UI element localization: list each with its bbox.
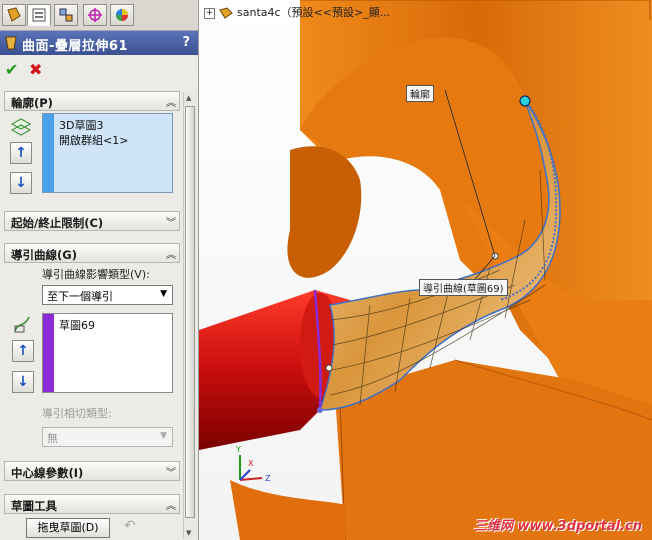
crosshair-icon <box>88 8 102 22</box>
collapse-chevron-icon: ︽ <box>166 250 176 261</box>
move-down-button[interactable]: ↓ <box>10 172 32 194</box>
tab-configuration-manager[interactable] <box>54 4 78 26</box>
tangency-type-label: 導引相切類型: <box>42 407 112 420</box>
scroll-up-icon[interactable]: ▲ <box>186 94 191 102</box>
profile-color-stripe <box>43 114 54 192</box>
property-manager-title: 曲面-疊層拉伸61 <box>22 39 128 54</box>
start-end-group-title: 起始/終止限制(C) <box>11 216 104 230</box>
guide-curves-list[interactable]: 草圖69 <box>42 313 173 393</box>
profile-connector-handle[interactable] <box>519 95 531 107</box>
property-manager-icon <box>32 8 46 22</box>
cancel-button[interactable]: ✖ <box>29 60 42 79</box>
centerline-group-header[interactable]: 中心線參數(I) ︾ <box>4 461 180 481</box>
guide-curves-group-header[interactable]: 導引曲線(G) ︽ <box>4 243 180 263</box>
graphics-area[interactable]: Y Z X <box>199 0 652 540</box>
scrollbar-thumb[interactable] <box>185 106 195 518</box>
manager-tabs <box>0 0 198 31</box>
guide-color-stripe <box>43 314 54 392</box>
move-up-button[interactable]: ↑ <box>10 142 32 164</box>
profile-icon <box>10 118 32 136</box>
start-end-group-header[interactable]: 起始/終止限制(C) ︾ <box>4 211 180 231</box>
influence-type-select[interactable]: 至下一個導引 ▼ <box>42 285 173 305</box>
profiles-group-header[interactable]: 輪廓(P) ︽ <box>4 91 180 111</box>
influence-type-value: 至下一個導引 <box>47 290 113 303</box>
feature-tree-icon <box>7 7 21 22</box>
dropdown-arrow-icon: ▼ <box>160 289 167 299</box>
feature-tree-flyout[interactable]: + santa4c（預設<<預設>_顯... <box>204 4 390 20</box>
tab-display-manager[interactable] <box>110 4 134 26</box>
site-watermark: 三维网 www.3dportal.cn <box>473 519 642 534</box>
help-button[interactable]: ? <box>182 35 190 50</box>
list-item[interactable]: 3D草圖3 <box>59 117 103 133</box>
color-wheel-icon <box>116 9 128 21</box>
drag-sketch-label: 拖曳草圖(D) <box>37 521 99 534</box>
list-item[interactable]: 草圖69 <box>59 317 95 333</box>
guide-curves-group-title: 導引曲線(G) <box>11 248 77 262</box>
drag-sketch-button[interactable]: 拖曳草圖(D) <box>26 518 110 538</box>
guide-curve-callout[interactable]: 導引曲線(草圖69) <box>419 279 508 296</box>
panel-scrollbar[interactable]: ▲ ▼ <box>183 92 197 539</box>
sketch-tools-group-title: 草圖工具 <box>11 499 57 513</box>
dropdown-arrow-icon: ▼ <box>160 431 167 441</box>
profiles-list[interactable]: 3D草圖3 開啟群組<1> <box>42 113 173 193</box>
svg-text:Y: Y <box>235 445 241 454</box>
ok-cancel-bar: ✔ ✖ <box>0 56 198 84</box>
guide-move-down-button[interactable]: ↓ <box>12 371 34 393</box>
centerline-group-title: 中心線參數(I) <box>11 466 84 480</box>
property-manager-header: 曲面-疊層拉伸61 ? <box>0 31 198 55</box>
guide-endpoint[interactable] <box>317 407 323 413</box>
configuration-icon <box>59 8 73 22</box>
part-icon <box>219 7 233 19</box>
expand-chevron-icon: ︾ <box>166 218 176 229</box>
tab-property-manager[interactable] <box>27 4 51 26</box>
collapse-chevron-icon: ︽ <box>166 98 176 109</box>
tab-feature-manager[interactable] <box>2 4 26 26</box>
profiles-group-title: 輪廓(P) <box>11 96 53 110</box>
influence-type-label: 導引曲線影響類型(V): <box>42 268 150 281</box>
part-tree-label: santa4c（預設<<預設>_顯... <box>237 6 391 19</box>
list-item[interactable]: 開啟群組<1> <box>59 132 128 148</box>
tangency-type-select: 無 ▼ <box>42 427 173 447</box>
guide-move-up-button[interactable]: ↑ <box>12 340 34 362</box>
tab-dimxpert-manager[interactable] <box>83 4 107 26</box>
model-viewport[interactable]: Y Z X <box>199 0 652 540</box>
ok-button[interactable]: ✔ <box>5 60 18 79</box>
svg-text:X: X <box>248 459 254 468</box>
svg-text:Z: Z <box>265 474 271 483</box>
scroll-down-icon[interactable]: ▼ <box>186 529 191 537</box>
tangency-type-value: 無 <box>47 432 58 445</box>
property-manager-panel: 曲面-疊層拉伸61 ? ✔ ✖ 輪廓(P) ︽ ↑ ↓ 3D草圖3 開啟群組<1… <box>0 0 199 540</box>
expand-chevron-icon: ︾ <box>166 468 176 479</box>
collapse-chevron-icon: ︽ <box>166 501 176 512</box>
guide-connector[interactable] <box>325 364 333 372</box>
sketch-tools-group-header[interactable]: 草圖工具 ︽ <box>4 494 180 514</box>
guide-curve-icon <box>14 316 30 333</box>
undo-icon[interactable]: ↶ <box>124 518 136 534</box>
profile-callout[interactable]: 輪廓 <box>406 85 434 102</box>
loft-surface-icon <box>5 36 17 50</box>
expand-icon[interactable]: + <box>204 7 215 19</box>
